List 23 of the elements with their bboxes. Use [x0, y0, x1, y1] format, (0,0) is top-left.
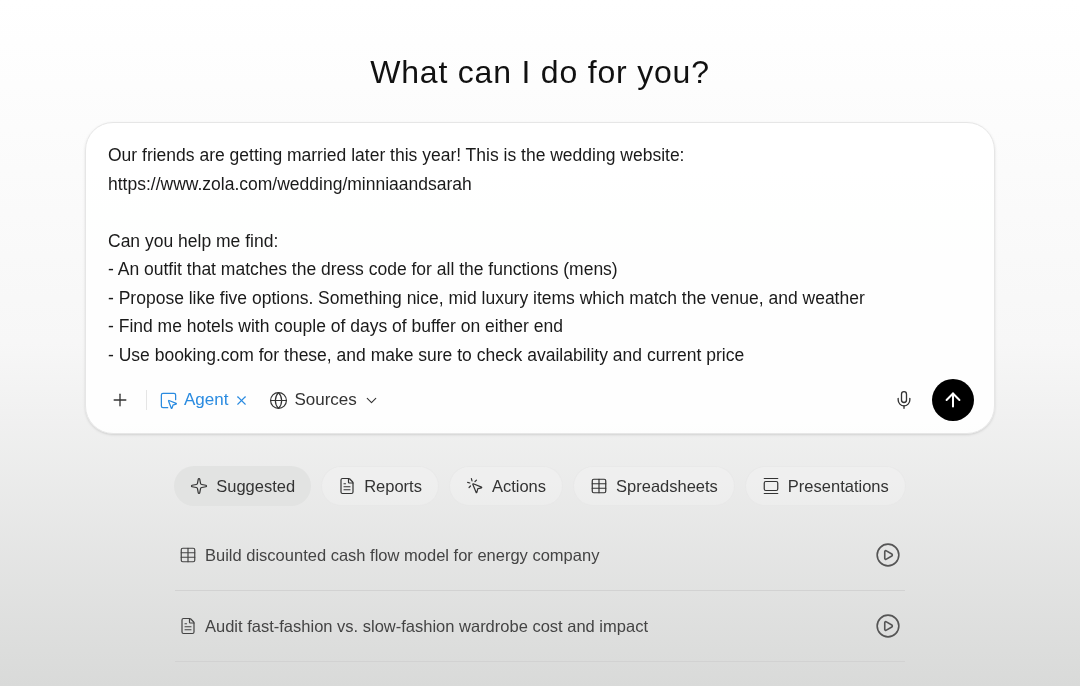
agent-chip[interactable]: Agent: [159, 387, 250, 413]
sparkle-icon: [190, 477, 209, 495]
play-icon: [875, 542, 901, 568]
pointer-click-icon: [465, 477, 484, 495]
prompt-field[interactable]: Our friends are getting married later this year! This is the wedding website: https://www.zola.com/wedding/minniaandsarah Can you help me find: - An outfit that matches the dress code for all the functions (mens) - Propose like five options. Something nice, mid luxury items which match the venue, and weather - Find me hotels with couple of days of buffer on either end - Use booking.com for these, and make sure to check availability and current price: [86, 123, 994, 377]
category-tab[interactable]: Spreadsheets: [573, 466, 735, 506]
suggestion-item[interactable]: Build discounted cash flow model for energy company: [175, 520, 905, 591]
document-icon: [338, 477, 357, 495]
category-tab[interactable]: Actions: [448, 466, 564, 506]
sources-dropdown[interactable]: Sources: [269, 387, 380, 413]
table-icon: [179, 546, 197, 564]
category-tab[interactable]: Presentations: [744, 466, 906, 506]
document-icon: [179, 617, 197, 635]
category-tab[interactable]: Suggested: [174, 466, 312, 506]
category-tab[interactable]: Reports: [321, 466, 439, 506]
pointer-icon: [159, 390, 178, 410]
slides-icon: [761, 477, 780, 495]
suggestion-item[interactable]: Audit fast-fashion vs. slow-fashion wardrobe cost and impact: [175, 591, 905, 662]
globe-icon: [269, 390, 289, 410]
play-icon: [875, 613, 901, 639]
table-icon: [590, 477, 609, 495]
page-heading: What can I do for you?: [370, 53, 710, 92]
send-button[interactable]: [932, 379, 974, 421]
